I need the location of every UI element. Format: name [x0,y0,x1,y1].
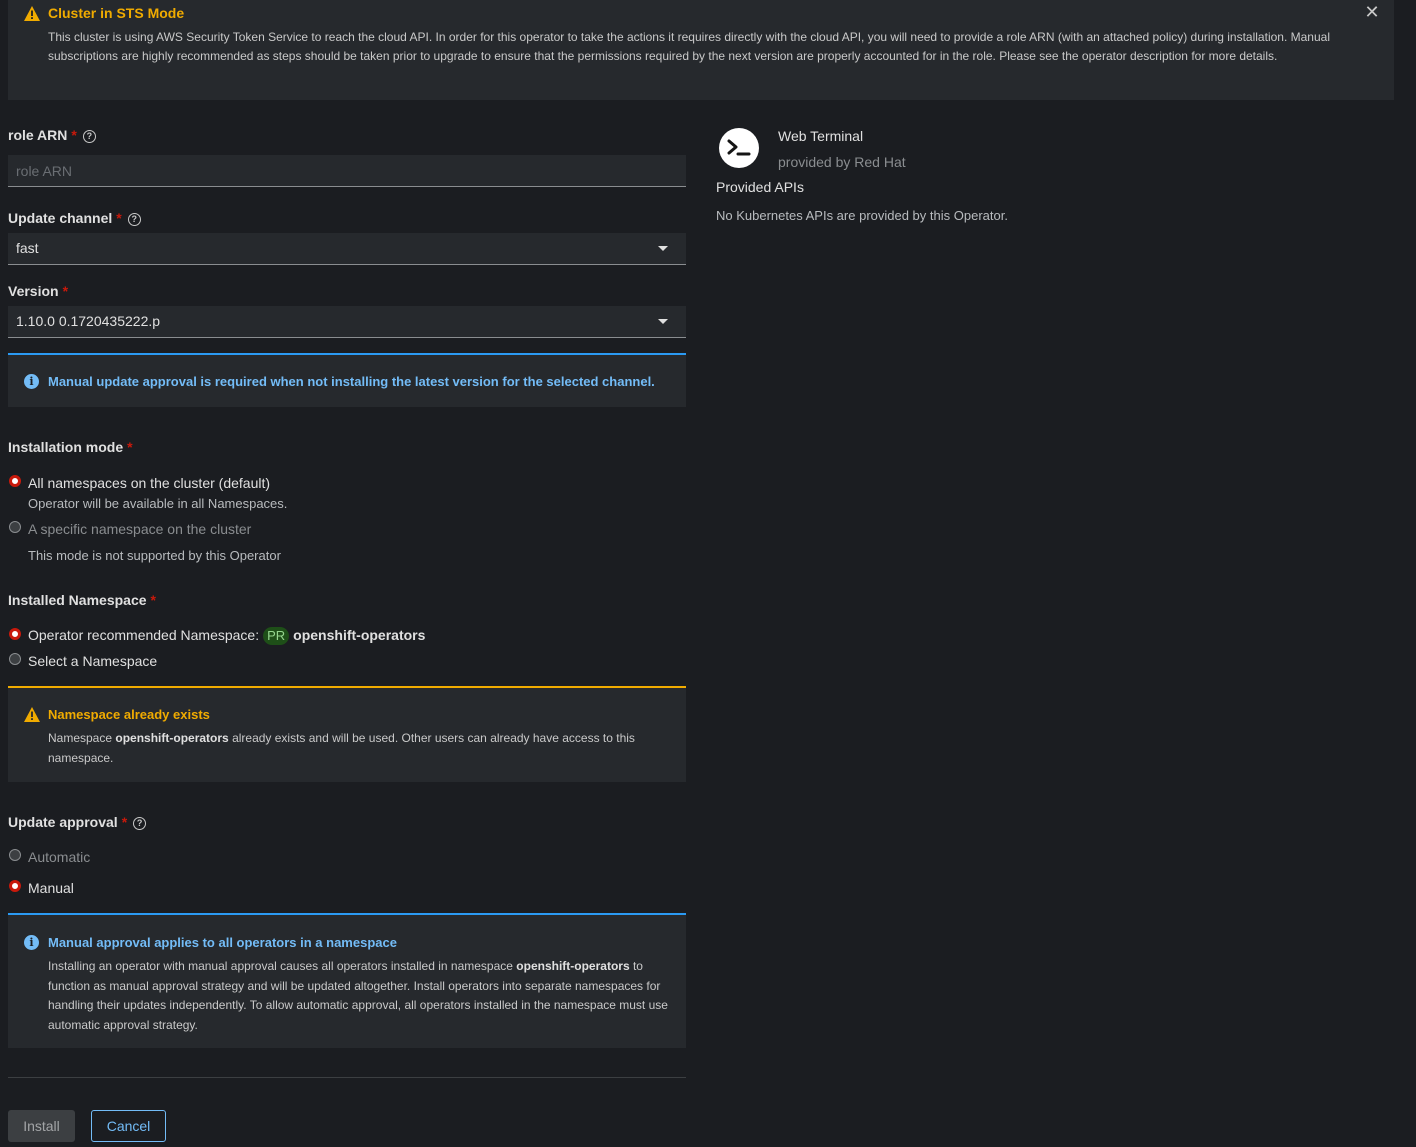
role-arn-field[interactable] [8,155,686,187]
radio-specific-namespace[interactable] [9,521,21,533]
manual-approval-body: Installing an operator with manual appro… [48,959,668,1032]
warning-icon [24,6,40,21]
radio-manual[interactable] [9,880,21,892]
help-icon[interactable]: ? [127,213,141,226]
info-icon: i [24,935,39,950]
terminal-icon [719,128,759,168]
specific-namespace-description: This mode is not supported by this Opera… [28,548,281,563]
version-label: Version * [8,283,69,299]
required-marker: * [62,283,69,299]
help-icon[interactable]: ? [82,130,96,143]
provided-apis-empty: No Kubernetes APIs are provided by this … [716,208,1008,223]
installed-namespace-label: Installed Namespace * [8,592,156,608]
sts-banner-body: This cluster is using AWS Security Token… [48,30,1330,63]
select-namespace-label[interactable]: Select a Namespace [28,653,157,669]
cancel-button[interactable]: Cancel [91,1110,166,1142]
radio-recommended-namespace[interactable] [9,628,21,640]
update-channel-label: Update channel *? [8,210,141,226]
role-arn-label: role ARN *? [8,127,96,143]
terminal-glyph [727,139,751,156]
help-icon[interactable]: ? [133,817,147,830]
update-channel-value: fast [16,240,39,256]
provided-apis-title: Provided APIs [716,179,804,195]
warning-icon [24,707,40,722]
manual-label[interactable]: Manual [28,880,74,896]
update-channel-select[interactable]: fast [8,233,686,265]
all-namespaces-description: Operator will be available in all Namesp… [28,496,288,511]
manual-approval-alert: i Manual approval applies to all operato… [8,913,686,1048]
namespace-exists-title: Namespace already exists [48,707,210,722]
manual-update-alert-title: Manual update approval is required when … [48,374,655,389]
version-select[interactable]: 1.10.0 0.1720435222.p [8,306,686,338]
radio-automatic[interactable] [9,849,21,861]
operator-name: Web Terminal [778,128,864,144]
recommended-namespace-label[interactable]: Operator recommended Namespace: PR openshi… [28,627,425,645]
version-value: 1.10.0 0.1720435222.p [16,313,161,329]
all-namespaces-label[interactable]: All namespaces on the cluster (default) [28,475,270,491]
caret-down-icon [658,319,668,324]
manual-update-alert: i Manual update approval is required whe… [8,353,686,407]
sts-banner-title: Cluster in STS Mode [48,5,185,21]
info-icon: i [24,374,39,389]
required-marker: * [150,592,156,608]
caret-down-icon [658,246,668,251]
specific-namespace-label[interactable]: A specific namespace on the cluster [28,521,251,537]
installation-mode-label: Installation mode * [8,439,133,455]
sts-mode-banner: Cluster in STS Mode This cluster is usin… [8,0,1394,100]
update-approval-label: Update approval *? [8,814,147,830]
radio-all-namespaces[interactable] [9,475,21,487]
required-marker: * [121,814,128,830]
close-icon[interactable]: ✕ [1362,2,1382,22]
namespace-exists-alert: Namespace already exists Namespace opens… [8,686,686,782]
project-badge: PR [263,627,290,645]
required-marker: * [71,127,77,143]
recommended-namespace-name: openshift-operators [293,627,426,643]
automatic-label[interactable]: Automatic [28,849,90,865]
form-divider [8,1077,686,1078]
required-marker: * [127,439,133,455]
manual-approval-title: Manual approval applies to all operators… [48,935,397,950]
role-arn-input[interactable] [8,155,686,186]
install-button[interactable]: Install [8,1110,75,1142]
operator-provider: provided by Red Hat [778,154,906,170]
required-marker: * [116,210,122,226]
namespace-exists-body: Namespace openshift-operators already ex… [48,731,635,765]
radio-select-namespace[interactable] [9,653,21,665]
